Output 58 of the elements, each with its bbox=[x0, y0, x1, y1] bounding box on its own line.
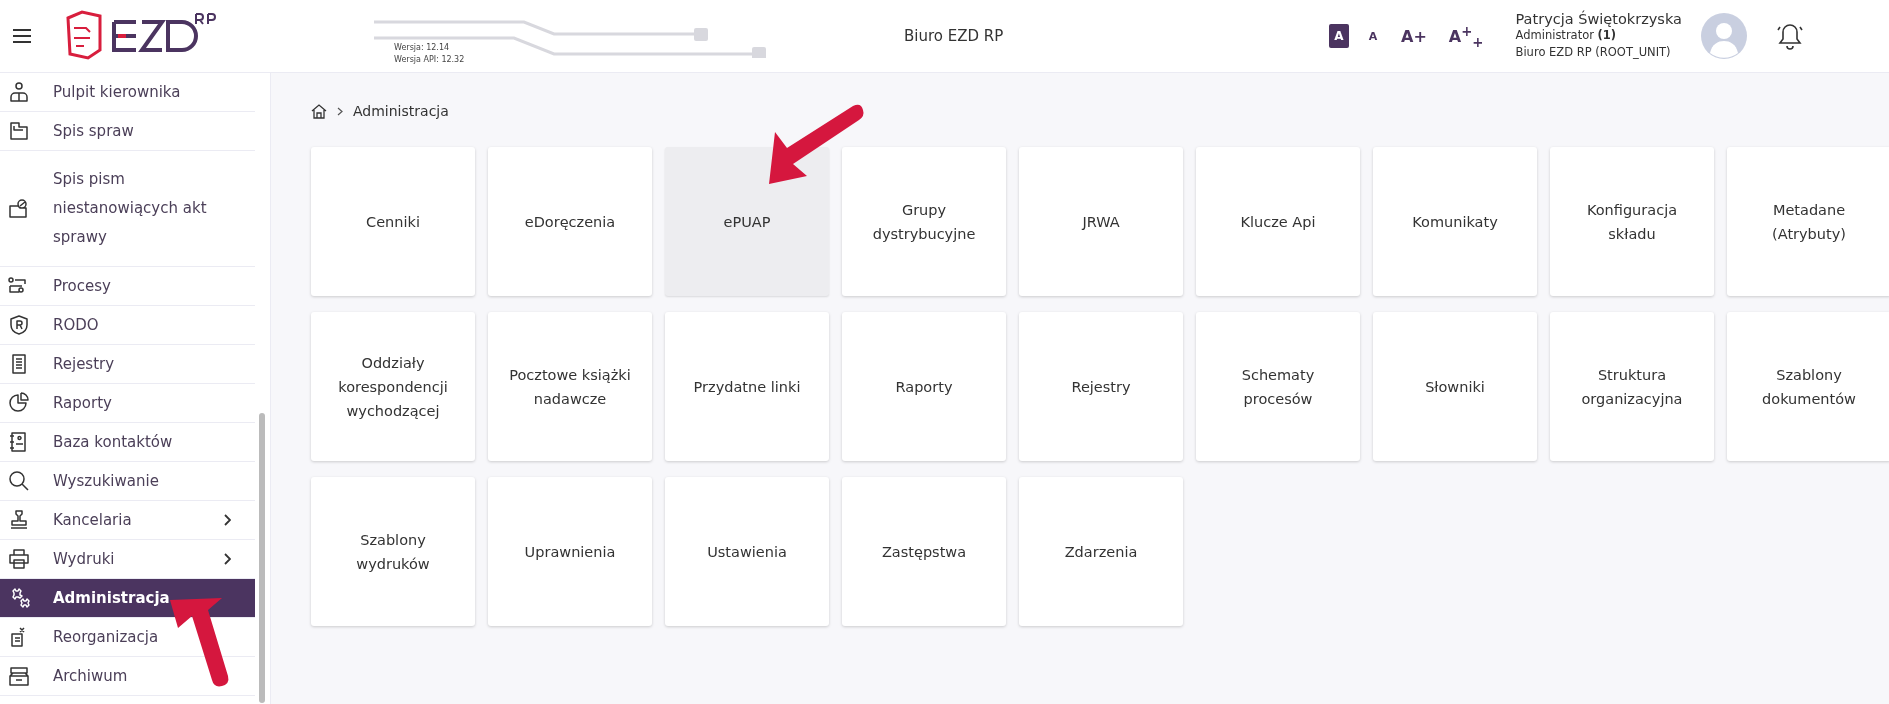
notification-bell-icon[interactable] bbox=[1776, 22, 1803, 50]
font-size-button[interactable]: A+ bbox=[1397, 24, 1431, 48]
menu-icon bbox=[13, 29, 31, 43]
chevron-icon bbox=[223, 553, 231, 565]
admin-tile[interactable]: Schematy procesów bbox=[1196, 312, 1360, 461]
user-name: Patrycja Świętokrzyska bbox=[1515, 11, 1683, 27]
menu-item-icon bbox=[7, 119, 31, 143]
sidebar-item[interactable]: RODO bbox=[0, 306, 255, 345]
sidebar-item[interactable]: Baza kontaktów bbox=[0, 423, 255, 462]
api-version-text: Wersja API: 12.32 bbox=[394, 54, 466, 66]
sidebar-item[interactable]: Administracja bbox=[0, 579, 255, 618]
sidebar-item[interactable]: Wyszukiwanie bbox=[0, 462, 255, 501]
admin-tile[interactable]: Metadane (Atrybuty) bbox=[1727, 147, 1889, 296]
menu-item-icon bbox=[7, 391, 31, 415]
sidebar-item[interactable]: Spis spraw bbox=[0, 112, 255, 151]
sidebar-item[interactable]: Rejestry bbox=[0, 345, 255, 384]
breadcrumb-separator-icon bbox=[337, 106, 343, 116]
admin-tile[interactable]: Komunikaty bbox=[1373, 147, 1537, 296]
home-icon[interactable] bbox=[311, 103, 327, 119]
admin-tile[interactable]: Zastępstwa bbox=[842, 477, 1006, 626]
user-role: Administrator (1) bbox=[1515, 27, 1618, 44]
admin-tile[interactable]: JRWA bbox=[1019, 147, 1183, 296]
admin-tile[interactable]: Raporty bbox=[842, 312, 1006, 461]
menu-item-icon bbox=[7, 664, 31, 688]
scrollbar-thumb[interactable] bbox=[259, 413, 265, 703]
sidebar-item[interactable]: Procesy bbox=[0, 267, 255, 306]
admin-tile[interactable]: Zdarzenia bbox=[1019, 477, 1183, 626]
admin-tile[interactable]: Grupy dystrybucyjne bbox=[842, 147, 1006, 296]
user-unit: Biuro EZD RP (ROOT_UNIT) bbox=[1515, 44, 1672, 61]
admin-tile[interactable]: Szablony dokumentów bbox=[1727, 312, 1889, 461]
font-size-button[interactable]: A bbox=[1363, 24, 1383, 48]
admin-tile[interactable]: Szablony wydruków bbox=[311, 477, 475, 626]
menu-item-icon bbox=[7, 469, 31, 493]
admin-tile[interactable]: Ustawienia bbox=[665, 477, 829, 626]
version-text: Wersja: 12.14 bbox=[394, 42, 451, 54]
sidebar-item[interactable]: Raporty bbox=[0, 384, 255, 423]
admin-tile[interactable]: Przydatne linki bbox=[665, 312, 829, 461]
admin-tile[interactable]: eDoręczenia bbox=[488, 147, 652, 296]
admin-tile[interactable]: Rejestry bbox=[1019, 312, 1183, 461]
breadcrumb-item: Administracja bbox=[353, 103, 449, 119]
admin-tile[interactable]: Cenniki bbox=[311, 147, 475, 296]
sidebar-item[interactable]: Spis pism niestanowiących akt sprawy bbox=[0, 151, 255, 267]
admin-tile[interactable]: ePUAP bbox=[665, 147, 829, 296]
admin-tile[interactable]: Klucze Api bbox=[1196, 147, 1360, 296]
admin-tile[interactable]: Pocztowe książki nadawcze bbox=[488, 312, 652, 461]
menu-item-icon bbox=[7, 80, 31, 104]
admin-tile[interactable]: Słowniki bbox=[1373, 312, 1537, 461]
admin-tile[interactable]: Konfiguracja składu bbox=[1550, 147, 1714, 296]
sidebar-item[interactable]: Kancelaria bbox=[0, 501, 255, 540]
menu-item-icon bbox=[7, 313, 31, 337]
admin-tile[interactable]: Uprawnienia bbox=[488, 477, 652, 626]
office-name: Biuro EZD RP bbox=[904, 27, 1005, 45]
chevron-icon bbox=[223, 514, 231, 526]
admin-tile[interactable]: Oddziały korespondencji wychodzącej bbox=[311, 312, 475, 461]
admin-tile[interactable]: Struktura organizacyjna bbox=[1550, 312, 1714, 461]
menu-item-icon bbox=[7, 547, 31, 571]
font-size-button[interactable]: A bbox=[1329, 24, 1349, 48]
sidebar-item[interactable]: Pulpit kierownika bbox=[0, 73, 255, 112]
